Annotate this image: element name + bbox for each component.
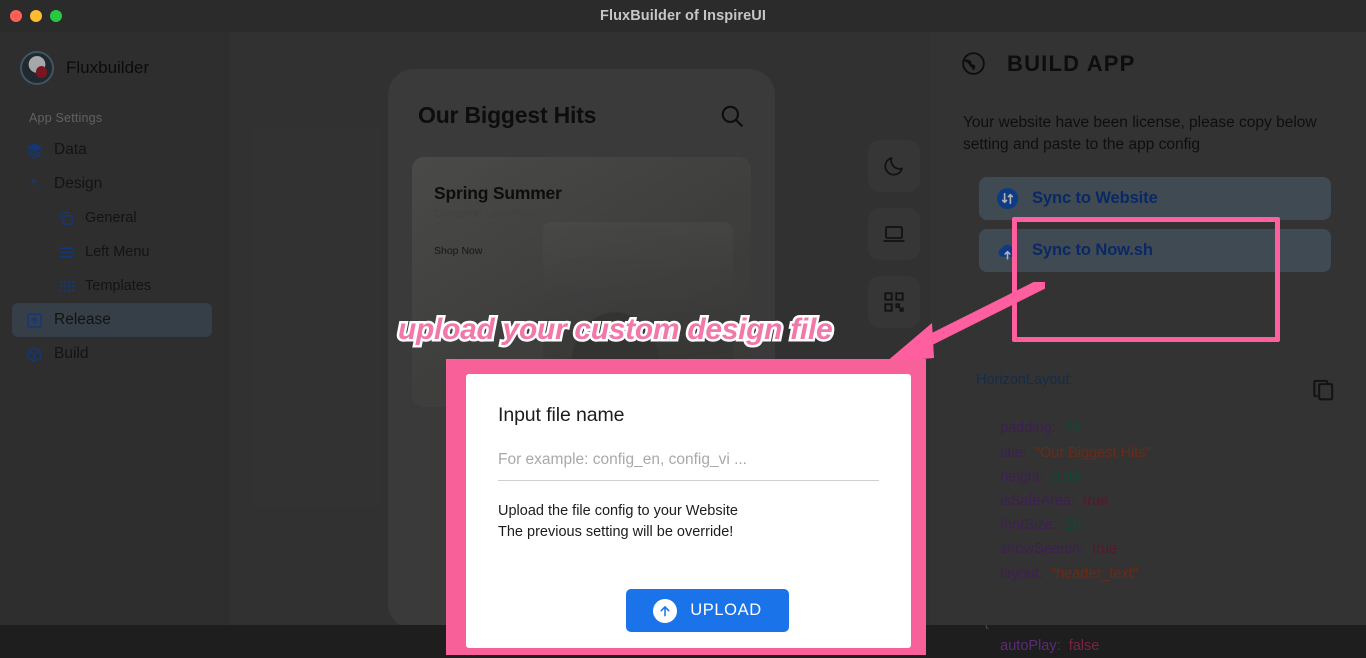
minimize-window-button[interactable]	[30, 10, 42, 22]
upload-dialog: Input file name Upload the file config t…	[466, 374, 911, 648]
code-token: autoPlay	[976, 638, 1057, 655]
maximize-window-button[interactable]	[50, 10, 62, 22]
traffic-light-buttons[interactable]	[10, 10, 62, 22]
window-title-bar: FluxBuilder of InspireUI	[0, 0, 1366, 32]
dialog-note-line-2: The previous setting will be override!	[498, 524, 734, 541]
callout-text: upload your custom design file	[395, 311, 835, 349]
code-line: autoPlay: false	[976, 634, 1366, 658]
dialog-title: Input file name	[498, 404, 625, 426]
application-body: Fluxbuilder App Settings Data Design Gen…	[0, 32, 1366, 655]
upload-dialog-highlight-box: Input file name Upload the file config t…	[446, 359, 926, 655]
file-name-input[interactable]	[498, 427, 879, 481]
dialog-note: Upload the file config to your Website T…	[498, 501, 879, 543]
arrow-up-icon	[653, 598, 678, 623]
code-token: false	[1068, 638, 1100, 655]
upload-button[interactable]: UPLOAD	[626, 589, 789, 632]
code-token: :	[1056, 638, 1069, 655]
dialog-note-line-1: Upload the file config to your Website	[498, 503, 738, 519]
close-window-button[interactable]	[10, 10, 22, 22]
pink-arrow-annotation	[886, 282, 1045, 362]
window-title: FluxBuilder of InspireUI	[600, 8, 766, 24]
upload-button-label: UPLOAD	[690, 601, 762, 619]
